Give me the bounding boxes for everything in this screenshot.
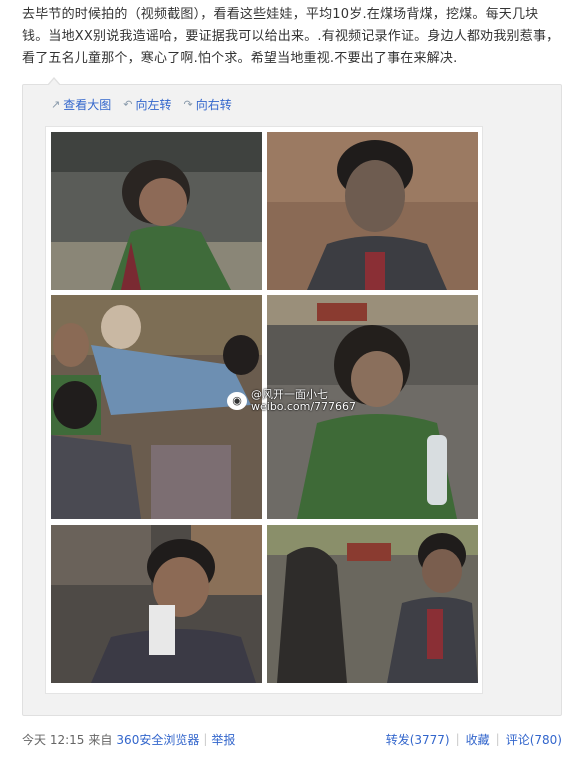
post-footer: 今天 12:15 来自 360安全浏览器 | 举报 转发(3777) | 收藏 … [22, 730, 562, 748]
separator: | [455, 732, 460, 746]
photo-girl-smiling [267, 295, 478, 519]
view-large-label: 查看大图 [63, 97, 112, 112]
rotate-right-icon: ↷ [183, 97, 193, 111]
comment-link[interactable]: 评论(780) [506, 731, 562, 748]
from-prefix: 来自 [88, 732, 113, 747]
media-box: ↗ 查看大图 ↶ 向左转 ↷ 向右转 ◉ @风开一面小七 weibo.com/7… [22, 77, 562, 716]
report-link[interactable]: 举报 [211, 731, 235, 748]
post-text: 去毕节的时候拍的（视频截图），看看这些娃娃，平均10岁.在煤场背煤，挖煤。每天几… [22, 7, 560, 66]
photo-two-boys [267, 525, 478, 683]
rotate-right-button[interactable]: ↷ 向右转 [183, 95, 231, 113]
photo-boy-dirty-face [267, 132, 478, 290]
separator: | [495, 732, 500, 746]
rotate-left-button[interactable]: ↶ 向左转 [123, 95, 171, 113]
image-toolbar: ↗ 查看大图 ↶ 向左转 ↷ 向右转 [51, 95, 232, 113]
rotate-left-icon: ↶ [123, 97, 133, 111]
photo-children-with-cart [51, 295, 262, 519]
source-link[interactable]: 360安全浏览器 [116, 731, 199, 748]
rotate-left-label: 向左转 [135, 97, 172, 112]
repost-link[interactable]: 转发(3777) [386, 731, 450, 748]
favorite-link[interactable]: 收藏 [466, 731, 490, 748]
photo-boy-drinking [51, 525, 262, 683]
view-large-button[interactable]: ↗ 查看大图 [51, 95, 111, 113]
post-time[interactable]: 今天 12:15 [22, 731, 84, 748]
photo-collage[interactable]: ◉ @风开一面小七 weibo.com/777667 [45, 126, 483, 694]
separator: | [203, 732, 208, 746]
photo-girl-green-sweater [51, 132, 262, 290]
external-link-icon: ↗ [51, 97, 61, 111]
rotate-right-label: 向右转 [195, 97, 232, 112]
